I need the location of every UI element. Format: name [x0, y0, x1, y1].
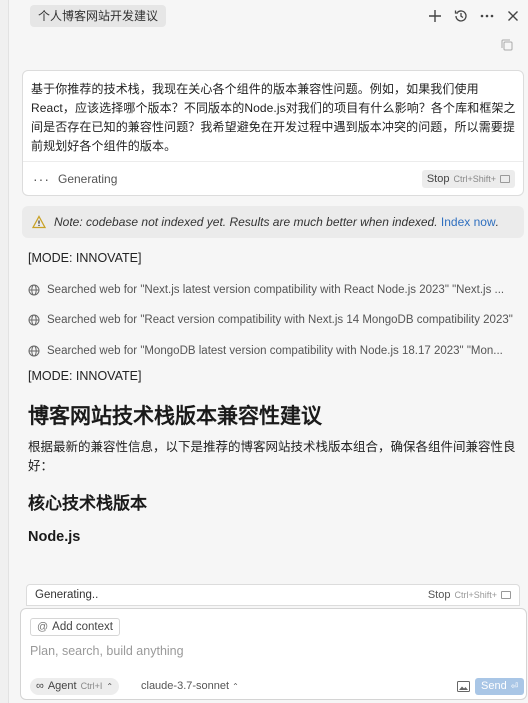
stop-button[interactable]: Stop Ctrl+Shift+	[421, 170, 515, 188]
response-intro: 根据最新的兼容性信息，以下是推荐的博客网站技术栈版本组合，确保各组件间兼容性良好…	[28, 440, 516, 473]
send-label: Send	[481, 680, 507, 692]
add-context-label: Add context	[52, 621, 113, 633]
response-heading: 博客网站技术栈版本兼容性建议	[28, 405, 322, 428]
divider	[23, 161, 523, 162]
loading-dots-icon: ···	[33, 171, 50, 187]
stop-shortcut: Ctrl+Shift+	[453, 174, 496, 184]
composer: @ Add context ∞ Agent Ctrl+I ⌃ claude-3.…	[20, 608, 527, 700]
stop-label: Stop	[427, 589, 451, 601]
user-message-text: 基于你推荐的技术栈，我现在关心各个组件的版本兼容性问题。例如，如果我们使用Rea…	[31, 82, 516, 153]
search-text: Searched web for "React version compatib…	[47, 314, 513, 326]
agent-shortcut: Ctrl+I	[80, 681, 103, 691]
generating-status: ··· Generating	[33, 172, 117, 186]
infinity-icon: ∞	[36, 680, 44, 692]
copy-icon[interactable]	[500, 38, 514, 52]
generating-text: Generating..	[35, 589, 99, 601]
index-now-link[interactable]: Index now	[441, 215, 496, 229]
mode-label: [MODE: INNOVATE]	[28, 251, 142, 265]
globe-icon	[28, 345, 40, 357]
generating-strip: Generating.. Stop Ctrl+Shift+	[26, 584, 520, 606]
history-icon[interactable]	[450, 4, 472, 28]
agent-mode-button[interactable]: ∞ Agent Ctrl+I ⌃	[30, 678, 120, 695]
chat-title[interactable]: 个人博客网站开发建议	[30, 5, 167, 27]
chevron-up-icon: ⌃	[232, 682, 239, 691]
at-icon: @	[37, 621, 49, 633]
composer-input[interactable]	[30, 641, 510, 661]
more-icon[interactable]	[476, 4, 498, 28]
index-note-banner: Note: codebase not indexed yet. Results …	[22, 206, 524, 238]
close-icon[interactable]	[502, 4, 524, 28]
backspace-key-icon	[500, 175, 510, 183]
stop-shortcut: Ctrl+Shift+	[454, 590, 497, 600]
stop-label: Stop	[426, 173, 450, 185]
header-actions	[424, 4, 524, 28]
status-text: Generating	[58, 172, 118, 186]
model-label: claude-3.7-sonnet	[141, 680, 230, 692]
note-text: Note: codebase not indexed yet. Results …	[54, 215, 438, 229]
search-text: Searched web for "Next.js latest version…	[47, 284, 505, 296]
user-message-card[interactable]: 基于你推荐的技术栈，我现在关心各个组件的版本兼容性问题。例如，如果我们使用Rea…	[22, 70, 524, 196]
section-heading: 核心技术栈版本	[28, 494, 147, 513]
stop-button-secondary[interactable]: Stop Ctrl+Shift+	[428, 585, 511, 605]
note-period: .	[495, 215, 499, 229]
image-icon[interactable]	[457, 681, 470, 692]
search-text: Searched web for "MongoDB latest version…	[47, 345, 503, 357]
chat-panel: 个人博客网站开发建议 基于你推荐的技术栈，我现在关心各个组件的版本兼容性问题。例…	[10, 0, 528, 703]
add-context-button[interactable]: @ Add context	[30, 618, 120, 636]
web-search-item[interactable]: Searched web for "React version compatib…	[28, 312, 522, 329]
mode-label: [MODE: INNOVATE]	[28, 369, 142, 383]
globe-icon	[28, 284, 40, 296]
chat-header: 个人博客网站开发建议	[22, 4, 524, 28]
enter-icon: ⏎	[510, 681, 519, 691]
subsection-heading: Node.js	[28, 529, 81, 545]
agent-label: Agent	[47, 680, 77, 692]
send-button[interactable]: Send ⏎	[475, 678, 525, 695]
backspace-key-icon	[501, 591, 511, 599]
plus-icon[interactable]	[424, 4, 446, 28]
web-search-item[interactable]: Searched web for "MongoDB latest version…	[28, 343, 522, 360]
left-rail	[0, 0, 9, 703]
warning-icon	[32, 215, 46, 229]
model-selector[interactable]: claude-3.7-sonnet ⌃	[141, 678, 239, 695]
globe-icon	[28, 314, 40, 326]
assistant-response: [MODE: INNOVATE] Searched web for "Next.…	[28, 248, 522, 546]
chevron-up-icon: ⌃	[106, 682, 114, 691]
web-search-item[interactable]: Searched web for "Next.js latest version…	[28, 282, 522, 299]
